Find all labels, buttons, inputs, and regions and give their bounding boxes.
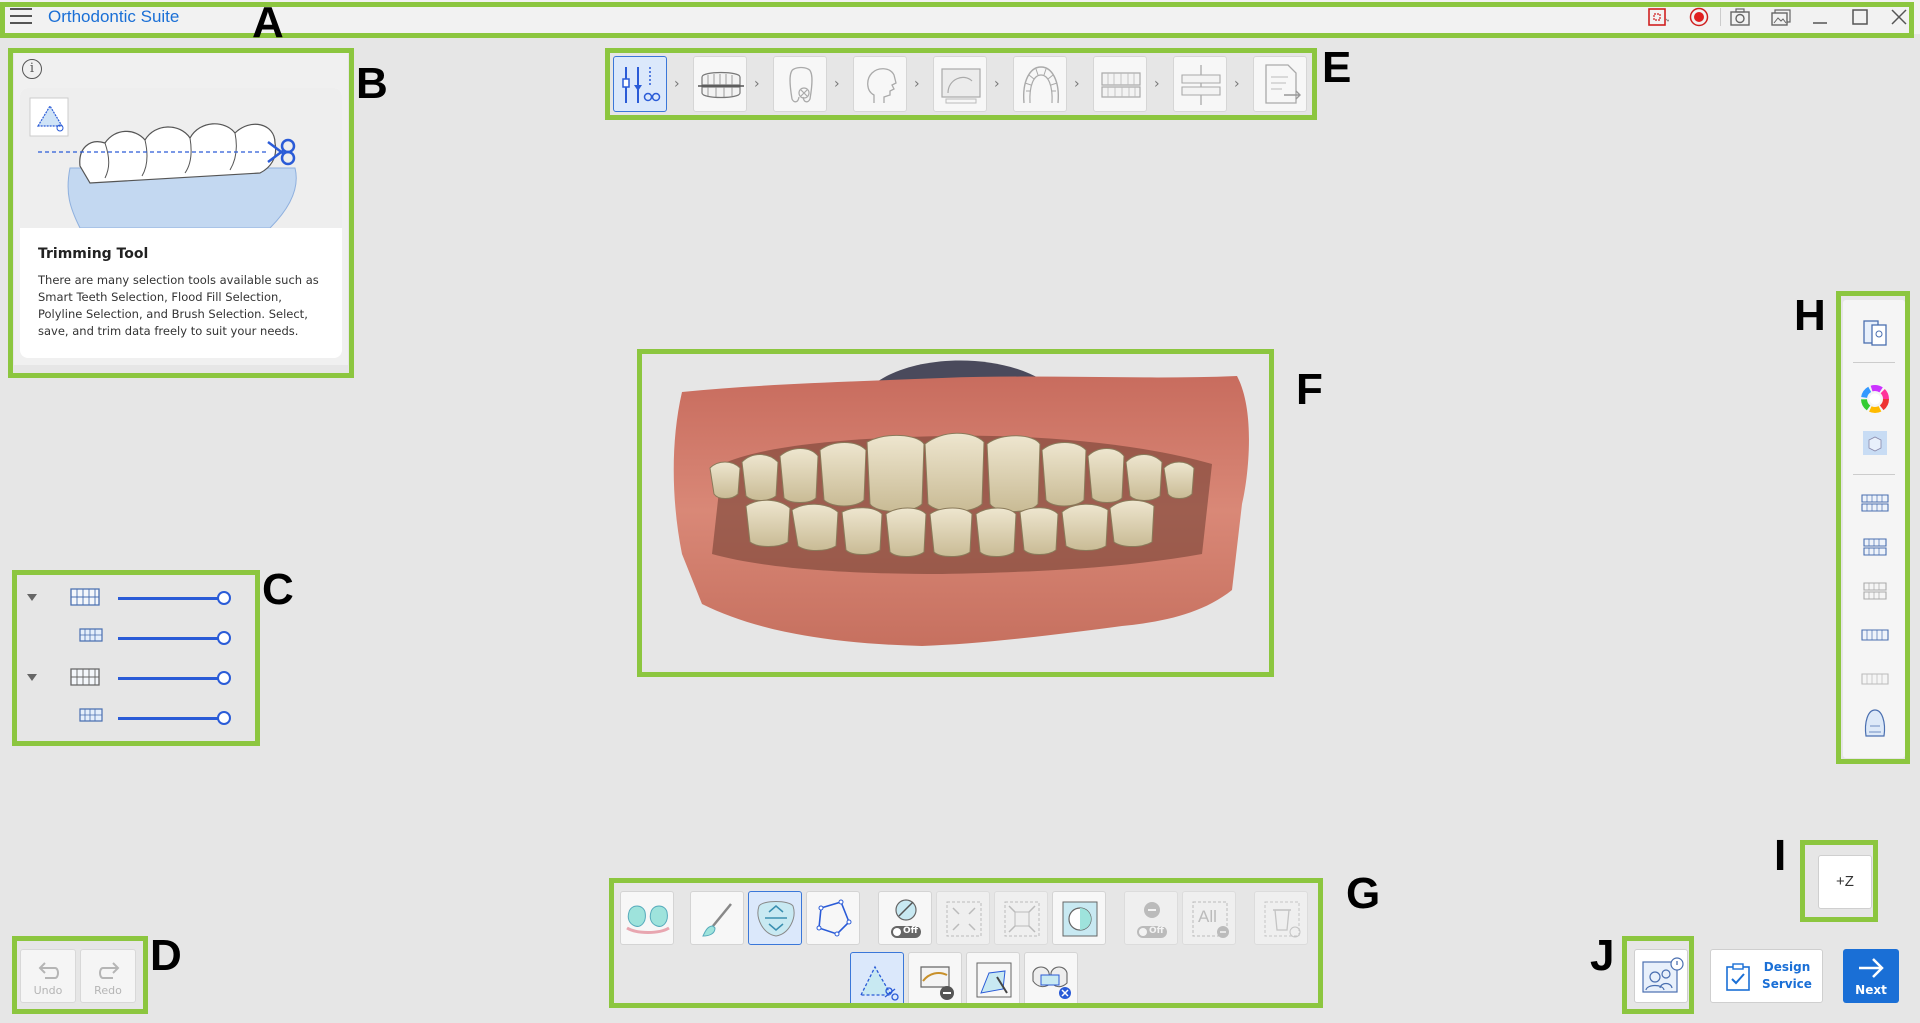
highlight-box-c — [12, 570, 260, 746]
highlight-box-i — [1800, 840, 1878, 922]
label-f: F — [1296, 365, 1323, 414]
label-b: B — [356, 59, 388, 108]
highlight-box-f — [637, 349, 1274, 677]
label-d: D — [150, 931, 182, 980]
next-button[interactable]: Next — [1843, 949, 1899, 1003]
highlight-box-d — [12, 936, 148, 1014]
label-j: J — [1590, 931, 1615, 980]
design-service-button[interactable]: Design Service — [1710, 949, 1823, 1003]
next-label: Next — [1855, 983, 1887, 997]
highlight-box-e — [605, 48, 1317, 120]
label-a: A — [252, 0, 284, 47]
label-h: H — [1794, 291, 1826, 340]
highlight-box-j — [1622, 936, 1694, 1014]
highlight-box-a — [0, 2, 1914, 38]
highlight-box-g — [609, 878, 1323, 1008]
highlight-box-h — [1836, 291, 1910, 764]
label-e: E — [1322, 43, 1352, 92]
highlight-box-b — [8, 48, 354, 378]
clipboard-check-icon — [1726, 963, 1750, 991]
label-g: G — [1346, 869, 1381, 918]
label-i: I — [1774, 831, 1787, 880]
design-service-label: Design Service — [1762, 960, 1812, 991]
label-c: C — [262, 565, 294, 614]
arrow-right-icon — [1859, 958, 1884, 978]
